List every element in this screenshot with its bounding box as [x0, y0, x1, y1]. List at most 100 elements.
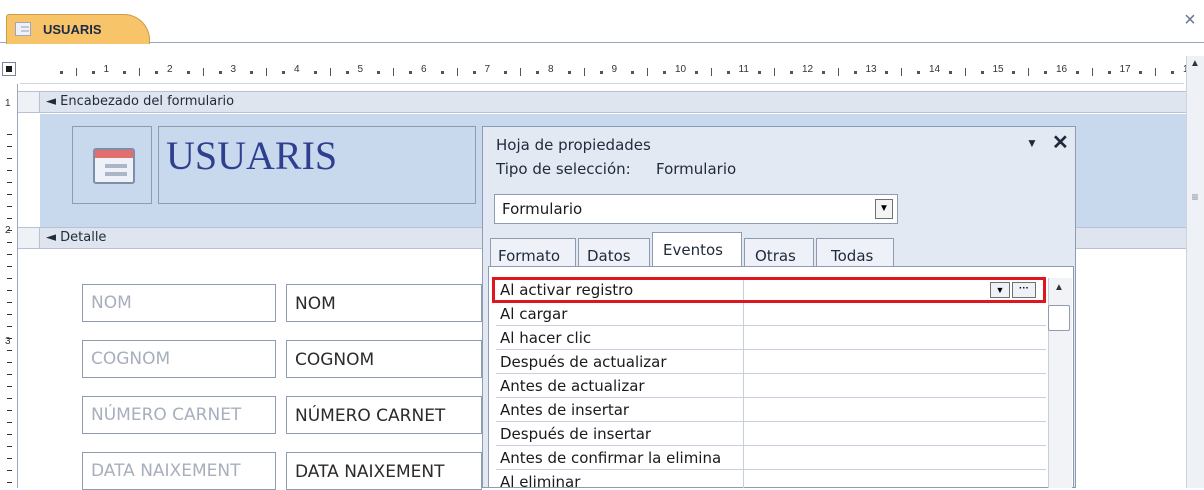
ruler-tick [7, 422, 12, 423]
ruler-tick [1012, 71, 1016, 74]
form-title: USUARIS [166, 133, 338, 178]
ruler-tick [456, 68, 458, 76]
vertical-scrollbar[interactable] [1186, 56, 1204, 488]
property-row-antes-de-confirmar[interactable]: Antes de confirmar la elimina [496, 446, 1046, 470]
tab-eventos[interactable]: Eventos [652, 232, 742, 270]
property-row-antes-de-insertar[interactable]: Antes de insertar [496, 398, 1046, 422]
ruler-tick [7, 374, 12, 375]
vertical-ruler: 1 2 3 [0, 84, 18, 488]
ruler-tick [694, 71, 698, 74]
scroll-up-icon[interactable]: ▲ [1050, 282, 1068, 296]
build-ellipsis-button[interactable]: ··· [1012, 282, 1036, 298]
ruler-tick [7, 314, 12, 315]
label-nom[interactable]: NOM [82, 284, 276, 322]
ruler-tick [7, 362, 12, 363]
ruler-tick [7, 434, 12, 435]
ruler-number: 2 [167, 64, 173, 75]
ruler-tick [123, 71, 127, 74]
close-icon[interactable]: ✕ [1052, 130, 1069, 155]
object-selector-value: Formulario [502, 200, 583, 218]
property-row-despues-de-actualizar[interactable]: Después de actualizar [496, 350, 1046, 374]
section-selector[interactable] [18, 92, 40, 112]
chevron-down-icon[interactable]: ▼ [990, 282, 1010, 298]
ruler-number: 5 [357, 64, 364, 75]
ruler-tick [345, 71, 349, 74]
ruler-tick [567, 71, 571, 74]
ruler-tick [329, 68, 331, 76]
scroll-up-icon[interactable]: ▲ [1188, 58, 1202, 72]
ruler-tick [393, 68, 395, 76]
property-row-al-hacer-clic[interactable]: Al hacer clic [496, 326, 1046, 350]
textbox-cognom[interactable]: COGNOM [286, 340, 482, 378]
ruler-tick [1075, 71, 1079, 74]
ruler-tick [377, 71, 381, 74]
ruler-tick [821, 71, 825, 74]
form-icon [15, 22, 31, 36]
ruler-tick [472, 71, 476, 74]
ruler-tick [964, 68, 966, 76]
scroll-thumb[interactable] [1048, 305, 1070, 331]
textbox-numero-carnet[interactable]: NÚMERO CARNET [286, 396, 482, 434]
textbox-nom[interactable]: NOM [286, 284, 482, 322]
ruler-tick [1028, 68, 1030, 76]
ruler-tick [7, 446, 12, 447]
ruler-number: 9 [611, 64, 618, 75]
ruler-number: 10 [675, 64, 687, 75]
ruler-number: 1 [103, 64, 110, 75]
ruler-tick [7, 350, 12, 351]
ruler-tick [250, 71, 254, 74]
label-data-naixement[interactable]: DATA NAIXEMENT [82, 452, 276, 490]
ruler-tick [790, 71, 794, 74]
ruler-number: 15 [992, 64, 1004, 75]
document-tab-bar [0, 0, 1204, 43]
ruler-tick [7, 410, 12, 411]
ruler-tick [7, 266, 12, 267]
section-selector[interactable] [18, 228, 40, 248]
ruler-tick [440, 71, 444, 74]
section-bar-header[interactable]: ◄ Encabezado del formulario [18, 91, 1186, 113]
label-numero-carnet[interactable]: NÚMERO CARNET [82, 396, 276, 434]
form-selector-button[interactable] [2, 62, 16, 76]
ruler-tick [1091, 68, 1093, 76]
ruler-tick [7, 458, 12, 459]
ruler-tick [7, 326, 12, 327]
label-cognom[interactable]: COGNOM [82, 340, 276, 378]
ruler-tick [7, 302, 12, 303]
ruler-tick [710, 68, 712, 76]
ruler-tick [266, 68, 268, 76]
ruler-number: 7 [484, 64, 491, 75]
ruler-tick [631, 71, 635, 74]
ruler-number: 8 [548, 64, 554, 75]
textbox-data-naixement[interactable]: DATA NAIXEMENT [286, 452, 482, 490]
ruler-number: 1 [5, 98, 11, 109]
property-row-antes-de-actualizar[interactable]: Antes de actualizar [496, 374, 1046, 398]
chevron-down-icon[interactable]: ▼ [875, 199, 893, 219]
horizontal-ruler-row: 123456789101112131415161718 [0, 56, 1204, 84]
ruler-tick [1044, 71, 1048, 74]
tab-usuaris[interactable]: USUARIS [6, 14, 150, 44]
section-arrow-icon: ◄ [46, 94, 56, 109]
property-list: Al activar registro Al cargar Al hacer c… [496, 278, 1046, 488]
scroll-grip-icon[interactable]: ≡ [1189, 190, 1201, 210]
ruler-tick [7, 242, 12, 243]
ruler-number: 13 [865, 64, 877, 75]
ruler-tick [7, 278, 12, 279]
ruler-number: 4 [294, 64, 300, 75]
ruler-number: 2 [5, 225, 11, 236]
ruler-tick [7, 254, 12, 255]
ruler-tick [155, 71, 159, 74]
ruler-tick [282, 71, 286, 74]
ruler-tick [504, 71, 508, 74]
property-row-despues-de-insertar[interactable]: Después de insertar [496, 422, 1046, 446]
ruler-tick [726, 71, 730, 74]
property-row-al-eliminar[interactable]: Al eliminar [496, 470, 1046, 488]
property-sheet-title: Hoja de propiedades [496, 136, 651, 154]
ruler-number: 17 [1119, 64, 1131, 75]
horizontal-ruler: 123456789101112131415161718 [20, 56, 1204, 84]
ruler-tick [218, 71, 222, 74]
ruler-tick [1171, 71, 1175, 74]
ruler-tick [980, 71, 984, 74]
close-tab-icon[interactable]: × [1180, 10, 1200, 30]
property-row-al-cargar[interactable]: Al cargar [496, 302, 1046, 326]
panel-menu-icon[interactable]: ▼ [1026, 136, 1038, 150]
